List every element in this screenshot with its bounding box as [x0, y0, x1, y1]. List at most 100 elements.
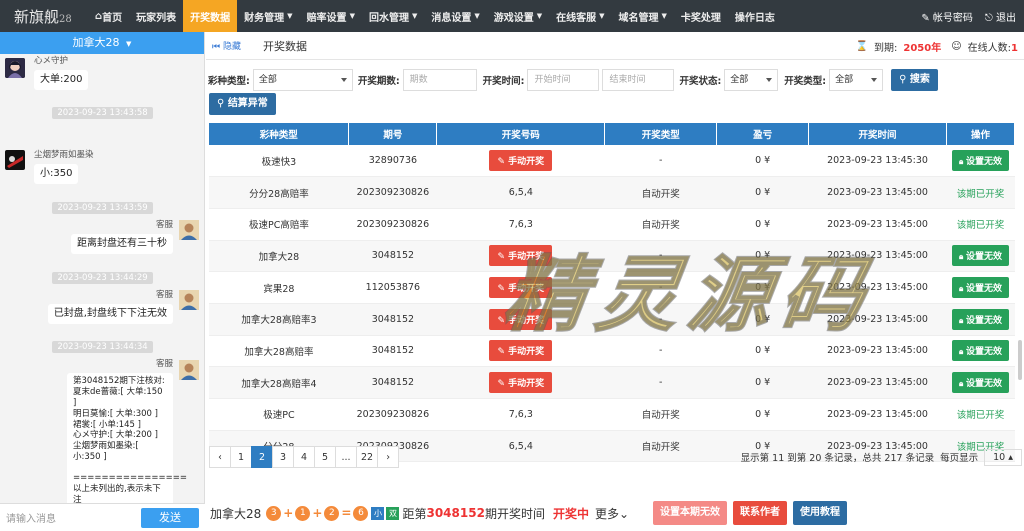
settle-exception-button[interactable]: ⚲ 结算异常	[209, 93, 276, 115]
column-header: 操作	[946, 123, 1016, 145]
breadcrumb: ⏮ 隐藏 开奖数据 ⌛ 到期: 2050年 ☺ 在线人数:1	[206, 32, 1024, 60]
table-row: 分分28高赔率 202309230826 6,5,4 自动开奖 0 ¥2023-09-2…	[209, 176, 1015, 209]
chat-message: 客服 已封盘,封盘线下下注无效	[47, 288, 173, 324]
set-invalid-button[interactable]: 🔒︎ 设置无效	[951, 308, 1010, 330]
tutorial-button[interactable]: 使用教程	[793, 501, 848, 525]
page-button[interactable]: 4	[293, 446, 315, 468]
set-invalid-button[interactable]: 🔒︎ 设置无效	[951, 340, 1010, 362]
chat-panel: 加拿大28 ▼ 心メ守护 大单:200 2023-09-23 13:43:58 …	[0, 32, 205, 531]
chat-input-bar: 请输入消息 发送	[0, 503, 205, 531]
contact-author-button[interactable]: 联系作者	[733, 501, 788, 525]
chevron-down-icon: ▼	[126, 40, 132, 48]
column-header: 彩种类型	[209, 123, 350, 145]
end-time-input[interactable]: 结束时间	[602, 69, 675, 91]
user-icon: ☺	[951, 40, 962, 52]
table-row: 加拿大28 3048152 ✎ 手动开奖 -0 ¥2023-09-23 13:45:0…	[209, 240, 1015, 273]
hourglass-icon: ⌛	[855, 40, 868, 52]
bet-summary-bubble: 第3048152期下注核对: 夏末de蔷薇:[ 大单:150 ] 明日莫愉:[ 大单…	[67, 373, 187, 503]
next-page-button[interactable]: ›	[377, 446, 400, 468]
chat-timestamp: 2023-09-23 13:44:29	[0, 272, 205, 284]
avatar	[5, 58, 25, 78]
search-button[interactable]: ⚲ 搜索	[891, 69, 938, 91]
lock-icon: 🔒︎	[958, 252, 966, 262]
lock-icon: 🔒︎	[958, 379, 966, 389]
page-button[interactable]: 22	[356, 446, 379, 468]
chat-messages[interactable]: 心メ守护 大单:200 2023-09-23 13:43:58 尘烟梦雨如墨染 …	[0, 54, 205, 503]
logout-link[interactable]: ⎋ 退出	[985, 9, 1016, 24]
main-nav: ⌂ 首页 玩家列表 开奖数据 财务管理 ▼ 赔率设置 ▼ 回水管理 ▼ 消息设置 ▼ 游戏设置 ▼ 在线客…	[88, 0, 782, 32]
set-invalid-button[interactable]: 🔒︎ 设置无效	[951, 277, 1010, 299]
app-logo[interactable]: 新旗舰28	[0, 6, 88, 27]
table-row: 加拿大28高赔率3 3048152 ✎ 手动开奖 -0 ¥2023-09-23 13:…	[209, 303, 1015, 336]
chevron-down-icon: ▼	[599, 12, 605, 20]
column-header: 盈亏	[716, 123, 810, 145]
account-password-link[interactable]: ✎ 帐号密码	[921, 9, 973, 24]
result-ball: 1	[295, 505, 311, 521]
nav-item[interactable]: 操作日志	[728, 0, 782, 32]
edit-icon: ✎	[497, 315, 509, 326]
top-right-actions: ✎ 帐号密码 ⎋ 退出	[921, 0, 1016, 32]
chat-timestamp: 2023-09-23 13:44:34	[0, 341, 205, 353]
lock-icon: 🔒︎	[958, 347, 966, 357]
nav-item[interactable]: 开奖数据	[183, 0, 238, 32]
chat-message: 心メ守护 大单:200	[34, 54, 89, 90]
period-input[interactable]: 期数	[402, 69, 477, 91]
search-icon: ⚲	[899, 74, 907, 85]
account-status: ⌛ 到期: 2050年 ☺ 在线人数:1	[855, 40, 1018, 54]
draw-data-table: 彩种类型 期号 开奖号码 开奖类型 盈亏 开奖时间 操作 极速快3 32890736 ✎ 手动开…	[209, 123, 1016, 463]
draw-type-select[interactable]: 全部	[829, 69, 884, 91]
lock-icon: 🔒︎	[958, 284, 966, 294]
set-invalid-button[interactable]: 🔒︎ 设置无效	[951, 150, 1010, 172]
home-icon: ⌂	[95, 10, 103, 22]
nav-item[interactable]: 在线客服 ▼	[549, 0, 611, 32]
lottery-type-select[interactable]: 全部	[252, 69, 353, 91]
chat-room-selector[interactable]: 加拿大28 ▼	[0, 32, 204, 54]
send-button[interactable]: 发送	[141, 507, 199, 528]
nav-item[interactable]: 回水管理 ▼	[362, 0, 424, 32]
column-header: 开奖时间	[808, 123, 947, 145]
page-button[interactable]: ...	[335, 446, 357, 468]
manual-draw-button[interactable]: ✎ 手动开奖	[489, 245, 553, 267]
manual-draw-button[interactable]: ✎ 手动开奖	[489, 372, 553, 394]
page-size-select[interactable]: 10 ▴	[984, 448, 1022, 466]
draw-status-select[interactable]: 全部	[724, 69, 779, 91]
manual-draw-button[interactable]: ✎ 手动开奖	[489, 277, 553, 299]
start-time-input[interactable]: 开始时间	[527, 69, 600, 91]
prev-page-button[interactable]: ‹	[209, 446, 231, 468]
set-invalid-button[interactable]: 🔒︎ 设置无效	[951, 372, 1010, 394]
table-row: 宾果28 112053876 ✎ 手动开奖 -0 ¥2023-09-23 13:45:…	[209, 271, 1015, 304]
hide-sidebar-button[interactable]: ⏮ 隐藏	[212, 39, 241, 52]
result-sum-ball: 6	[353, 505, 369, 521]
chat-input[interactable]: 请输入消息	[6, 510, 141, 525]
nav-item[interactable]: 卡奖处理	[674, 0, 728, 32]
result-ball: 3	[266, 505, 282, 521]
manual-draw-button[interactable]: ✎ 手动开奖	[489, 308, 553, 330]
page-button[interactable]: 2	[251, 446, 273, 468]
size-tag: 小	[371, 506, 385, 520]
nav-item[interactable]: ⌂ 首页	[88, 0, 129, 32]
nav-item[interactable]: 财务管理 ▼	[237, 0, 299, 32]
page-button[interactable]: 1	[230, 446, 252, 468]
manual-draw-button[interactable]: ✎ 手动开奖	[489, 150, 553, 172]
nav-item[interactable]: 消息设置 ▼	[424, 0, 486, 32]
scrollbar[interactable]	[1018, 340, 1022, 380]
page-button[interactable]: 5	[314, 446, 336, 468]
chat-timestamp: 2023-09-23 13:43:59	[0, 202, 205, 214]
more-link[interactable]: 更多⌄	[595, 505, 629, 522]
page-button[interactable]: 3	[272, 446, 294, 468]
top-navbar: 新旗舰28 ⌂ 首页 玩家列表 开奖数据 财务管理 ▼ 赔率设置 ▼ 回水管理 ▼ 消息设置 ▼ 游戏…	[0, 0, 1024, 32]
draw-status-bar: 加拿大28 3 + 1 + 2 = 6 小 双 距第 3048152 期开奖时间…	[206, 495, 1024, 531]
column-header: 开奖类型	[604, 123, 718, 145]
result-ball: 2	[324, 505, 340, 521]
filter-bar: 彩种类型: 全部 开奖期数: 期数 开奖时间: 开始时间 结束时间 开奖状态: …	[206, 68, 1024, 92]
set-period-invalid-button[interactable]: 设置本期无效	[653, 501, 728, 525]
nav-item[interactable]: 赔率设置 ▼	[300, 0, 362, 32]
nav-item[interactable]: 域名管理 ▼	[612, 0, 674, 32]
nav-item[interactable]: 游戏设置 ▼	[487, 0, 549, 32]
set-invalid-button[interactable]: 🔒︎ 设置无效	[951, 245, 1010, 267]
nav-item[interactable]: 玩家列表	[129, 0, 183, 32]
manual-draw-button[interactable]: ✎ 手动开奖	[489, 340, 553, 362]
column-header: 开奖号码	[436, 123, 606, 145]
table-row: 极速PC高赔率 202309230826 7,6,3 自动开奖 0 ¥2023-09-2…	[209, 208, 1015, 241]
avatar	[179, 220, 199, 240]
